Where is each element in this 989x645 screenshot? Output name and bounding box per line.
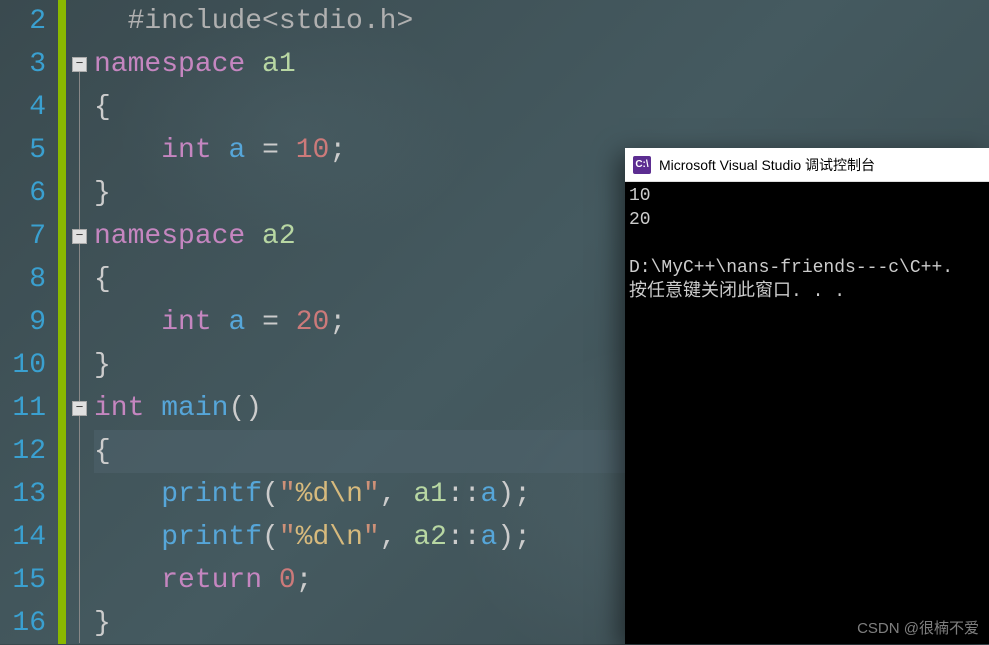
code-line[interactable]: { [94,86,989,129]
line-number: 6 [0,172,46,215]
line-number: 3 [0,43,46,86]
line-number: 8 [0,258,46,301]
code-line[interactable]: #include<stdio.h> [94,0,989,43]
line-number: 10 [0,344,46,387]
line-number: 12 [0,430,46,473]
line-number: 7 [0,215,46,258]
line-number: 9 [0,301,46,344]
fold-toggle-icon[interactable]: − [72,229,87,244]
fold-toggle-icon[interactable]: − [72,401,87,416]
console-titlebar[interactable]: C:\ Microsoft Visual Studio 调试控制台 [625,148,989,182]
console-icon: C:\ [633,156,651,174]
line-number: 15 [0,559,46,602]
line-number: 4 [0,86,46,129]
change-indicator-bar [58,0,66,644]
watermark: CSDN @很楠不爱 [857,617,979,638]
fold-toggle-icon[interactable]: − [72,57,87,72]
console-output[interactable]: 10 20 D:\MyC++\nans-friends---c\C++. 按任意… [625,182,989,644]
fold-gutter: − − − [66,0,94,644]
console-title: Microsoft Visual Studio 调试控制台 [659,155,875,175]
line-number: 2 [0,0,46,43]
debug-console-window[interactable]: C:\ Microsoft Visual Studio 调试控制台 10 20 … [625,148,989,644]
line-number: 16 [0,602,46,645]
line-number: 11 [0,387,46,430]
line-number: 14 [0,516,46,559]
line-number-gutter: 2345678910111213141516 [0,0,58,644]
line-number: 13 [0,473,46,516]
code-line[interactable]: namespace a1 [94,43,989,86]
line-number: 5 [0,129,46,172]
